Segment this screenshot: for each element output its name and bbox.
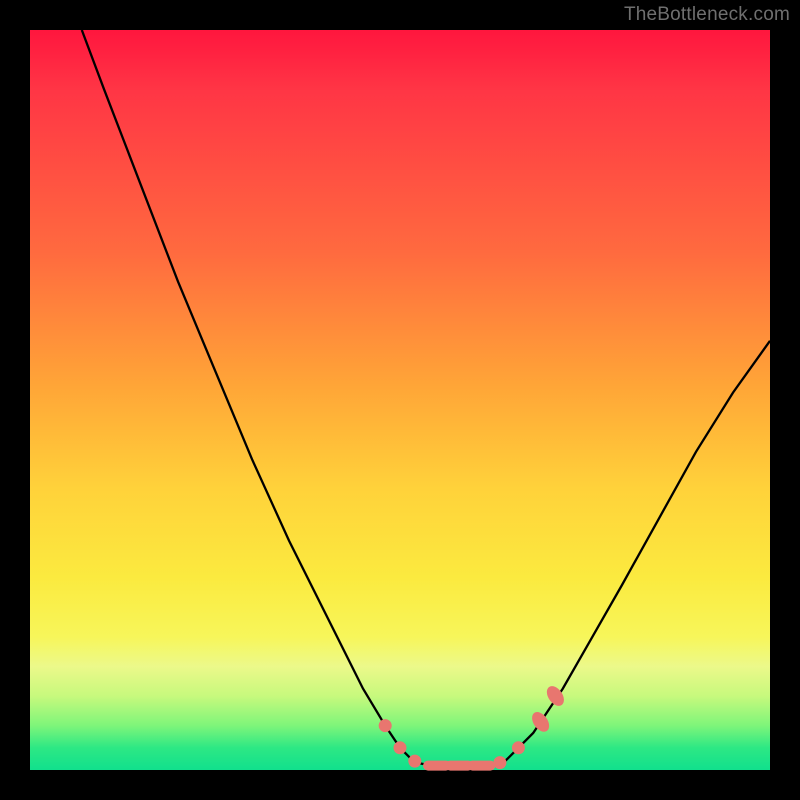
watermark-text: TheBottleneck.com [624,4,790,26]
curve-marker [394,741,407,754]
curve-marker [529,709,553,735]
curve-layer [30,30,770,770]
curve-marker [512,741,525,754]
curve-marker [493,756,506,769]
curve-markers [379,683,568,771]
bottleneck-curve [82,30,770,766]
curve-marker [408,755,421,768]
curve-marker [467,761,495,771]
chart-frame: TheBottleneck.com [0,0,800,800]
curve-marker [379,719,392,732]
